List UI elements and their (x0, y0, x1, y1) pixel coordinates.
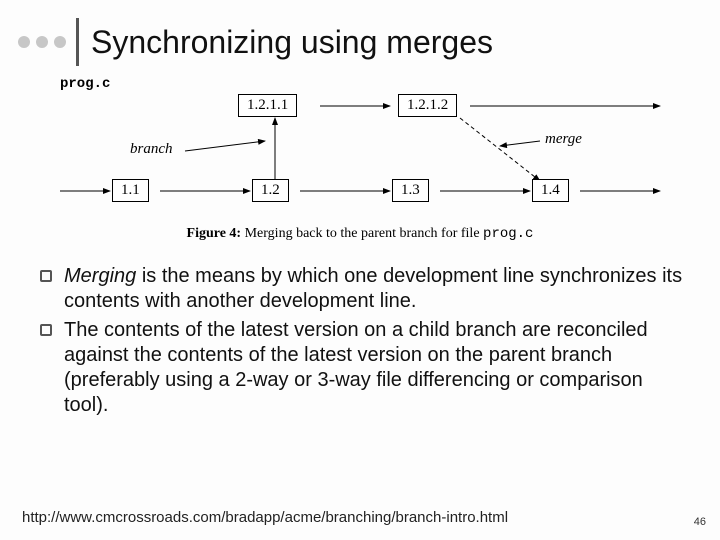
bullet-text: The contents of the latest version on a … (64, 318, 692, 418)
merge-annotation: merge (545, 131, 582, 148)
trunk-version-box: 1.3 (392, 179, 429, 202)
slide-number: 46 (694, 516, 706, 528)
slide-title: Synchronizing using merges (91, 24, 493, 61)
trunk-version-box: 1.2 (252, 179, 289, 202)
dot-icon (36, 36, 48, 48)
merge-diagram: prog.c 1.2.1.1 1.2.1.2 1.1 1.2 1.3 1.4 b… (20, 76, 700, 256)
figure-filename: prog.c (483, 226, 533, 242)
branch-annotation: branch (130, 141, 173, 158)
figure-number: Figure 4: (187, 226, 242, 241)
bullet-icon (40, 270, 52, 282)
title-divider (76, 18, 79, 66)
bullet-text: Merging is the means by which one develo… (64, 264, 692, 314)
branch-version-box: 1.2.1.1 (238, 94, 297, 117)
bullet-item: The contents of the latest version on a … (40, 318, 692, 418)
body-text: Merging is the means by which one develo… (0, 256, 720, 418)
bullet-item: Merging is the means by which one develo… (40, 264, 692, 314)
decor-dots (18, 36, 66, 48)
trunk-version-box: 1.1 (112, 179, 149, 202)
trunk-version-box: 1.4 (532, 179, 569, 202)
branch-version-box: 1.2.1.2 (398, 94, 457, 117)
file-label: prog.c (60, 76, 110, 92)
source-url: http://www.cmcrossroads.com/bradapp/acme… (22, 509, 508, 526)
dot-icon (18, 36, 30, 48)
dot-icon (54, 36, 66, 48)
bullet-icon (40, 324, 52, 336)
figure-caption: Merging back to the parent branch for fi… (245, 226, 480, 241)
